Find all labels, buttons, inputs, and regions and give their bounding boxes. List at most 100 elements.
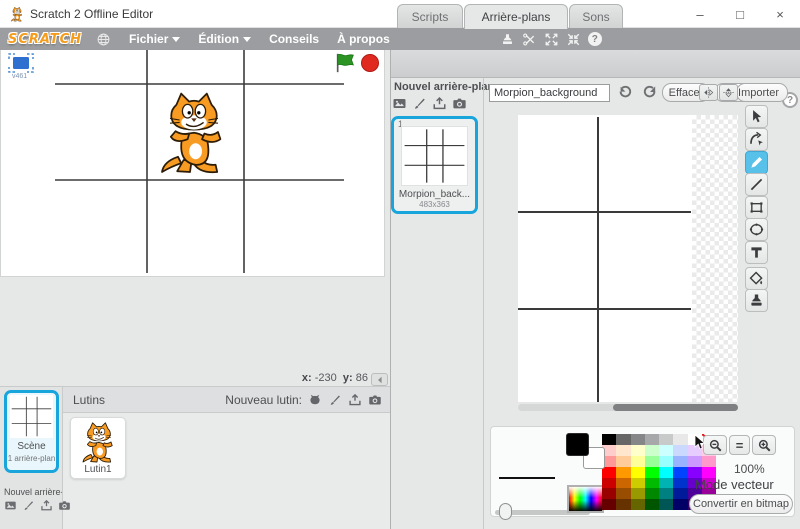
palette-swatch[interactable] [659, 445, 673, 456]
redo-button[interactable] [639, 84, 659, 102]
green-flag-button[interactable] [334, 52, 356, 74]
flip-vertical-button[interactable] [719, 84, 738, 101]
palette-swatch[interactable] [673, 467, 687, 478]
upload-backdrop-icon[interactable] [432, 96, 447, 111]
costume-name-input[interactable] [489, 84, 610, 102]
upload-backdrop-icon[interactable] [40, 499, 53, 512]
palette-swatch[interactable] [616, 467, 630, 478]
palette-swatch[interactable] [673, 478, 687, 489]
palette-swatch[interactable] [616, 478, 630, 489]
palette-swatch[interactable] [659, 488, 673, 499]
palette-swatch[interactable] [631, 499, 645, 510]
sprite-library-icon[interactable] [308, 393, 322, 407]
palette-swatch[interactable] [631, 445, 645, 456]
zoom-out-button[interactable] [703, 435, 727, 455]
palette-swatch[interactable] [673, 445, 687, 456]
backdrop-library-icon[interactable] [4, 499, 17, 512]
paint-brush-icon[interactable] [328, 393, 342, 407]
palette-swatch[interactable] [631, 467, 645, 478]
palette-swatch[interactable] [631, 488, 645, 499]
palette-swatch[interactable] [659, 434, 673, 445]
paint-brush-icon[interactable] [22, 499, 35, 512]
backdrop-item-selected[interactable]: 1 Morpion_back... 483x363 [391, 116, 478, 214]
palette-swatch[interactable] [645, 456, 659, 467]
scratch-logo[interactable]: SCRATCH [8, 32, 82, 47]
stage-thumbnail-selected[interactable]: Scène 1 arrière-plan [4, 390, 59, 473]
cat-sprite[interactable] [153, 88, 235, 176]
upload-sprite-icon[interactable] [348, 393, 362, 407]
palette-swatch[interactable] [645, 488, 659, 499]
tool-fill[interactable] [745, 267, 768, 290]
tab-scripts[interactable]: Scripts [397, 4, 463, 28]
palette-swatch[interactable] [673, 434, 687, 445]
foreground-color-swatch[interactable] [566, 433, 589, 456]
undo-button[interactable] [616, 84, 636, 102]
convert-to-bitmap-button[interactable]: Convertir en bitmap [689, 494, 793, 514]
sprite-item-lutin1[interactable]: Lutin1 [70, 417, 126, 479]
camera-icon[interactable] [58, 499, 71, 512]
palette-swatch[interactable] [659, 467, 673, 478]
paint-brush-icon[interactable] [412, 96, 427, 111]
paint-canvas[interactable] [518, 115, 738, 402]
palette-swatch[interactable] [631, 434, 645, 445]
palette-swatch[interactable] [645, 445, 659, 456]
menu-apropos[interactable]: À propos [337, 32, 390, 46]
duplicate-stamp-icon[interactable] [500, 32, 515, 47]
palette-swatch[interactable] [602, 488, 616, 499]
palette-swatch[interactable] [645, 434, 659, 445]
gradient-picker[interactable] [567, 485, 604, 513]
block-help-icon[interactable]: ? [588, 32, 602, 46]
menu-conseils[interactable]: Conseils [269, 32, 319, 46]
palette-swatch[interactable] [645, 467, 659, 478]
menu-fichier[interactable]: Fichier [129, 32, 180, 46]
palette-swatch[interactable] [688, 456, 702, 467]
shrink-icon[interactable] [566, 32, 581, 47]
palette-swatch[interactable] [602, 478, 616, 489]
delete-scissors-icon[interactable] [522, 32, 537, 47]
camera-icon[interactable] [368, 393, 382, 407]
fullscreen-button[interactable] [8, 53, 34, 73]
tool-text[interactable] [745, 241, 768, 264]
palette-swatch[interactable] [631, 478, 645, 489]
hscrollbar-thumb[interactable] [613, 404, 738, 411]
palette-swatch[interactable] [602, 434, 616, 445]
palette-swatch[interactable] [645, 478, 659, 489]
zoom-reset-button[interactable]: = [729, 435, 750, 455]
camera-icon[interactable] [452, 96, 467, 111]
palette-swatch[interactable] [602, 467, 616, 478]
palette-swatch[interactable] [616, 488, 630, 499]
tool-pencil-active[interactable] [745, 151, 768, 174]
palette-swatch[interactable] [616, 499, 630, 510]
palette-swatch[interactable] [673, 499, 687, 510]
palette-swatch[interactable] [659, 456, 673, 467]
close-button[interactable]: × [760, 0, 800, 28]
palette-swatch[interactable] [673, 456, 687, 467]
tool-reshape[interactable] [745, 128, 768, 151]
flip-horizontal-button[interactable] [699, 84, 718, 101]
palette-swatch[interactable] [659, 478, 673, 489]
slider-handle[interactable] [499, 503, 512, 520]
tab-sons[interactable]: Sons [569, 4, 623, 28]
grow-icon[interactable] [544, 32, 559, 47]
palette-swatch[interactable] [688, 467, 702, 478]
palette-swatch[interactable] [631, 456, 645, 467]
palette-swatch[interactable] [616, 434, 630, 445]
maximize-button[interactable]: □ [720, 0, 760, 28]
menu-edition[interactable]: Édition [198, 32, 251, 46]
import-button[interactable]: Importer [736, 83, 788, 102]
palette-swatch[interactable] [616, 445, 630, 456]
tab-arriere-plans[interactable]: Arrière-plans [464, 4, 568, 29]
palette-swatch[interactable] [602, 499, 616, 510]
canvas-hscrollbar[interactable] [518, 404, 738, 411]
tool-ellipse[interactable] [745, 218, 768, 241]
backdrop-library-icon[interactable] [392, 96, 407, 111]
language-globe-icon[interactable] [96, 32, 111, 47]
palette-swatch[interactable] [645, 499, 659, 510]
collapse-stage-button[interactable] [371, 373, 388, 386]
tool-select[interactable] [745, 105, 768, 128]
stop-button[interactable] [361, 54, 379, 72]
tool-duplicate[interactable] [745, 289, 768, 312]
tool-rectangle[interactable] [745, 196, 768, 219]
palette-swatch[interactable] [702, 467, 716, 478]
minimize-button[interactable]: – [680, 0, 720, 28]
